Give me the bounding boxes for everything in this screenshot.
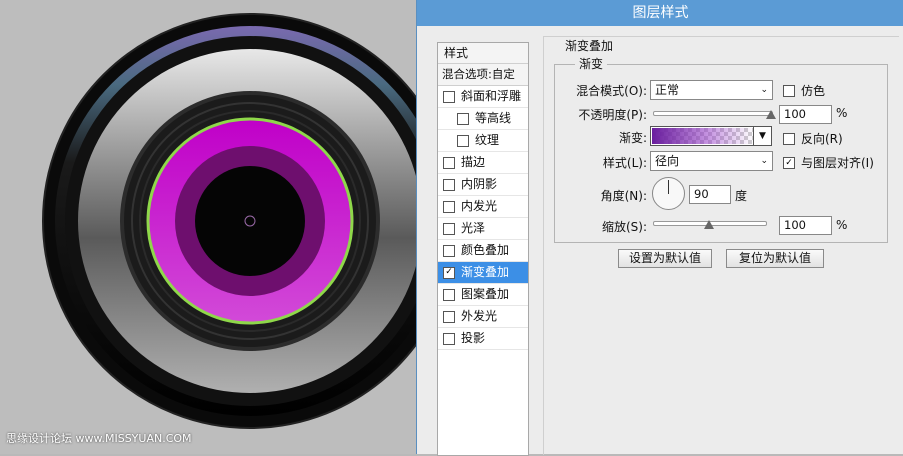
reverse-checkbox-row[interactable]: 反向(R) bbox=[783, 130, 843, 147]
style-item-label: 内发光 bbox=[461, 199, 498, 213]
scale-unit: % bbox=[836, 218, 848, 232]
make-default-button[interactable]: 设置为默认值 bbox=[618, 249, 712, 268]
blend-mode-select[interactable]: 正常 ⌄ bbox=[650, 80, 773, 100]
blend-mode-label: 混合模式(O): bbox=[576, 84, 647, 98]
style-list: 样式 混合选项:自定 斜面和浮雕等高线纹理描边内阴影内发光光泽颜色叠加 ✓ 渐变叠加… bbox=[437, 42, 529, 456]
scale-label: 缩放(S): bbox=[601, 220, 647, 234]
angle-input[interactable]: 90 bbox=[689, 185, 731, 204]
style-item-checkbox[interactable] bbox=[443, 288, 455, 301]
style-list-header[interactable]: 样式 bbox=[438, 43, 528, 64]
dither-checkbox[interactable] bbox=[783, 84, 795, 97]
watermark-text: 思缘设计论坛 www.MISSYUAN.COM bbox=[6, 432, 192, 445]
style-item-checkbox[interactable] bbox=[457, 134, 469, 147]
angle-unit: 度 bbox=[735, 189, 748, 203]
style-item-3[interactable]: 描边 bbox=[438, 152, 528, 174]
scale-slider-handle[interactable] bbox=[704, 220, 714, 229]
opacity-slider[interactable] bbox=[653, 111, 773, 116]
style-item-checkbox[interactable] bbox=[443, 332, 455, 345]
dither-label: 仿色 bbox=[801, 84, 826, 98]
reverse-label: 反向(R) bbox=[801, 132, 843, 146]
style-item-0[interactable]: 斜面和浮雕 bbox=[438, 86, 528, 108]
camera-lens-artwork bbox=[42, 13, 416, 429]
blend-options-item[interactable]: 混合选项:自定 bbox=[438, 64, 528, 86]
style-label: 样式(L): bbox=[602, 156, 647, 170]
style-item-2[interactable]: 纹理 bbox=[438, 130, 528, 152]
blend-mode-value: 正常 bbox=[655, 83, 680, 97]
style-item-checkbox[interactable] bbox=[457, 112, 469, 125]
dropdown-arrow-icon[interactable]: ▼ bbox=[753, 127, 771, 145]
style-item-1[interactable]: 等高线 bbox=[438, 108, 528, 130]
style-item-label: 图案叠加 bbox=[461, 287, 510, 301]
scale-input[interactable]: 100 bbox=[779, 216, 832, 235]
style-item-checkbox[interactable] bbox=[443, 178, 455, 191]
style-item-label: 渐变叠加 bbox=[461, 265, 510, 279]
style-item-label: 纹理 bbox=[475, 133, 500, 147]
dither-checkbox-row[interactable]: 仿色 bbox=[783, 82, 825, 99]
style-item-checkbox[interactable] bbox=[443, 222, 455, 235]
style-list-items: 斜面和浮雕等高线纹理描边内阴影内发光光泽颜色叠加 ✓ 渐变叠加图案叠加外发光投影 bbox=[438, 86, 528, 350]
style-item-checkbox[interactable] bbox=[443, 200, 455, 213]
style-item-label: 投影 bbox=[461, 331, 486, 345]
style-item-11[interactable]: 投影 bbox=[438, 328, 528, 350]
gradient-picker[interactable]: ▼ bbox=[650, 126, 772, 146]
fieldset-title: 渐变 bbox=[575, 55, 608, 72]
style-item-6[interactable]: 光泽 bbox=[438, 218, 528, 240]
angle-dial[interactable] bbox=[652, 177, 685, 210]
style-item-label: 外发光 bbox=[461, 309, 498, 323]
style-item-7[interactable]: 颜色叠加 bbox=[438, 240, 528, 262]
style-item-label: 光泽 bbox=[461, 221, 486, 235]
style-item-checkbox[interactable] bbox=[443, 244, 455, 257]
style-item-8[interactable]: ✓ 渐变叠加 bbox=[438, 262, 528, 284]
dialog-title: 图层样式 bbox=[417, 0, 903, 26]
style-item-label: 内阴影 bbox=[461, 177, 498, 191]
chevron-down-icon: ⌄ bbox=[760, 156, 768, 166]
style-item-label: 描边 bbox=[461, 155, 486, 169]
style-item-checkbox[interactable] bbox=[443, 90, 455, 103]
align-checkbox[interactable]: ✓ bbox=[783, 156, 795, 169]
opacity-label: 不透明度(P): bbox=[578, 108, 647, 122]
style-value: 径向 bbox=[655, 154, 680, 168]
style-item-4[interactable]: 内阴影 bbox=[438, 174, 528, 196]
gradient-preview[interactable] bbox=[652, 128, 754, 144]
style-item-checkbox[interactable] bbox=[443, 310, 455, 323]
opacity-slider-handle[interactable] bbox=[766, 110, 776, 119]
style-item-checkbox[interactable] bbox=[443, 156, 455, 169]
opacity-unit: % bbox=[836, 106, 848, 120]
style-select[interactable]: 径向 ⌄ bbox=[650, 151, 773, 171]
style-item-5[interactable]: 内发光 bbox=[438, 196, 528, 218]
layer-style-dialog: 图层样式 样式 混合选项:自定 斜面和浮雕等高线纹理描边内阴影内发光光泽颜色叠加… bbox=[416, 0, 903, 456]
style-item-label: 颜色叠加 bbox=[461, 243, 510, 257]
opacity-input[interactable]: 100 bbox=[779, 105, 832, 124]
angle-label: 角度(N): bbox=[600, 189, 647, 203]
style-item-label: 等高线 bbox=[475, 111, 512, 125]
reverse-checkbox[interactable] bbox=[783, 132, 795, 145]
style-item-checkbox[interactable]: ✓ bbox=[443, 266, 455, 279]
angle-dial-needle bbox=[668, 180, 669, 194]
align-checkbox-row[interactable]: ✓ 与图层对齐(I) bbox=[783, 154, 874, 171]
align-label: 与图层对齐(I) bbox=[801, 156, 874, 170]
style-item-10[interactable]: 外发光 bbox=[438, 306, 528, 328]
chevron-down-icon: ⌄ bbox=[760, 85, 768, 95]
document-canvas[interactable]: 思缘设计论坛 www.MISSYUAN.COM bbox=[0, 0, 416, 454]
section-title: 渐变叠加 bbox=[565, 39, 614, 53]
reset-default-button[interactable]: 复位为默认值 bbox=[726, 249, 824, 268]
style-item-label: 斜面和浮雕 bbox=[461, 89, 522, 103]
gradient-label: 渐变: bbox=[618, 131, 647, 145]
style-item-9[interactable]: 图案叠加 bbox=[438, 284, 528, 306]
